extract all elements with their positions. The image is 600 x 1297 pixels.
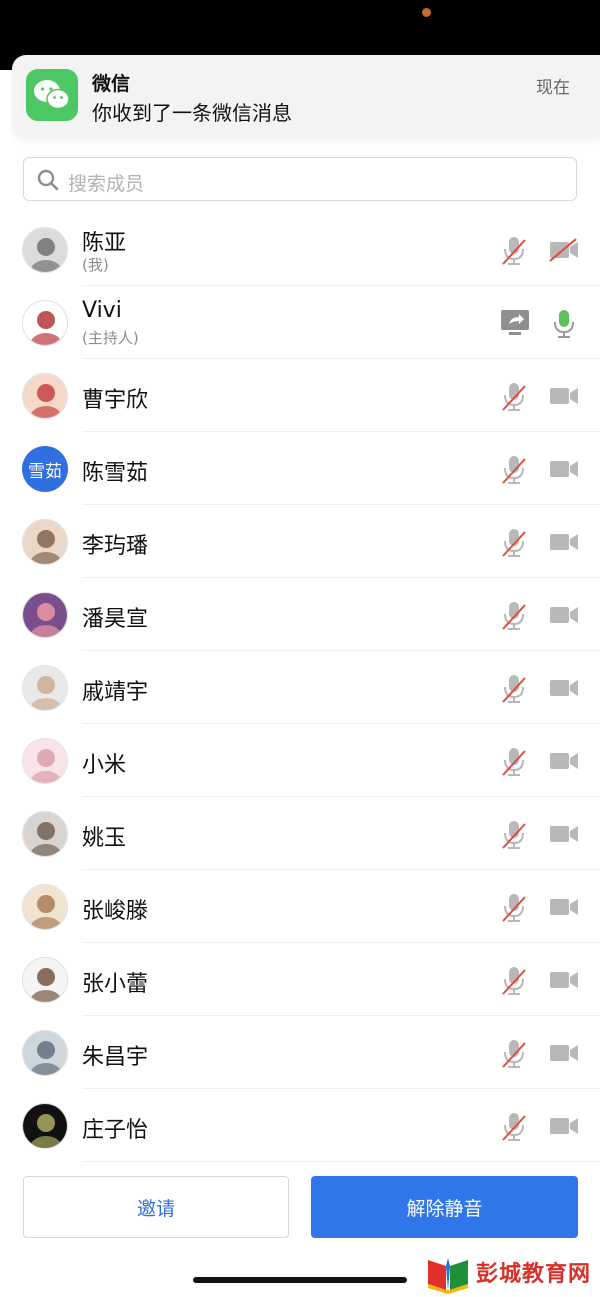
avatar: [22, 592, 68, 638]
avatar: 雪茹: [22, 446, 68, 492]
member-row[interactable]: Vivi (主持人): [0, 286, 600, 359]
member-row[interactable]: 朱昌宇: [0, 1016, 600, 1089]
member-row[interactable]: 庄子怡: [0, 1089, 600, 1162]
notification-time: 现在: [536, 78, 570, 98]
microphone-muted-icon[interactable]: [500, 600, 528, 632]
avatar: [22, 519, 68, 565]
member-row[interactable]: 张峻滕: [0, 870, 600, 943]
screen-share-icon[interactable]: [499, 308, 531, 338]
avatar: [22, 1030, 68, 1076]
member-row[interactable]: 潘昊宣: [0, 578, 600, 651]
home-indicator[interactable]: [193, 1277, 407, 1283]
member-name: 庄子怡: [82, 1118, 149, 1143]
camera-icon[interactable]: [548, 1113, 580, 1139]
member-name: 戚靖宇: [82, 680, 149, 705]
member-name: 李玙璠: [82, 534, 149, 559]
microphone-active-icon[interactable]: [550, 308, 582, 338]
member-name: 朱昌宇: [82, 1045, 149, 1070]
member-row[interactable]: 戚靖宇: [0, 651, 600, 724]
member-row[interactable]: 小米: [0, 724, 600, 797]
microphone-muted-icon[interactable]: [500, 235, 528, 267]
microphone-muted-icon[interactable]: [500, 892, 528, 924]
member-row[interactable]: 张小蕾: [0, 943, 600, 1016]
microphone-muted-icon[interactable]: [500, 454, 528, 486]
avatar: [22, 227, 68, 273]
camera-icon[interactable]: [548, 1040, 580, 1066]
camera-icon[interactable]: [548, 675, 580, 701]
member-name: 姚玉: [82, 826, 127, 851]
member-name: 陈亚: [82, 231, 127, 256]
member-name: 曹宇欣: [82, 388, 149, 413]
camera-off-icon[interactable]: [548, 237, 580, 263]
member-role: (主持人): [82, 329, 139, 347]
microphone-muted-icon[interactable]: [500, 1038, 528, 1070]
camera-icon[interactable]: [548, 456, 580, 482]
avatar: [22, 665, 68, 711]
camera-icon[interactable]: [548, 383, 580, 409]
search-placeholder: 搜索成员: [68, 173, 145, 195]
microphone-muted-icon[interactable]: [500, 1111, 528, 1143]
wechat-icon: [26, 69, 78, 121]
camera-icon[interactable]: [548, 529, 580, 555]
notification-app-name: 微信: [92, 73, 131, 95]
camera-icon[interactable]: [548, 748, 580, 774]
member-name: 张峻滕: [82, 899, 149, 924]
camera-icon[interactable]: [548, 821, 580, 847]
microphone-muted-icon[interactable]: [500, 673, 528, 705]
member-row[interactable]: 李玙璠: [0, 505, 600, 578]
microphone-muted-icon[interactable]: [500, 527, 528, 559]
microphone-muted-icon[interactable]: [500, 819, 528, 851]
member-row[interactable]: 陈亚 (我): [0, 213, 600, 286]
member-row[interactable]: 雪茹 陈雪茹: [0, 432, 600, 505]
member-role: (我): [82, 256, 109, 274]
avatar: [22, 957, 68, 1003]
member-name: 小米: [82, 753, 127, 778]
camera-icon[interactable]: [548, 894, 580, 920]
invite-button[interactable]: 邀请: [23, 1176, 289, 1238]
avatar: [22, 300, 68, 346]
microphone-muted-icon[interactable]: [500, 965, 528, 997]
avatar: [22, 1103, 68, 1149]
member-name: Vivi: [82, 298, 122, 323]
member-name: 张小蕾: [82, 972, 149, 997]
member-name: 潘昊宣: [82, 607, 149, 632]
watermark-logo: 彭城教育网: [424, 1250, 600, 1294]
avatar: [22, 738, 68, 784]
notification-message: 你收到了一条微信消息: [92, 101, 292, 125]
member-name: 陈雪茹: [82, 461, 149, 486]
search-icon: [37, 169, 59, 191]
member-row[interactable]: 曹宇欣: [0, 359, 600, 432]
camera-icon[interactable]: [548, 602, 580, 628]
search-members-input[interactable]: 搜索成员: [23, 157, 577, 201]
camera-dot: [422, 8, 431, 17]
avatar: [22, 884, 68, 930]
microphone-muted-icon[interactable]: [500, 746, 528, 778]
avatar: [22, 811, 68, 857]
member-row[interactable]: 姚玉: [0, 797, 600, 870]
wechat-notification-banner[interactable]: 微信 你收到了一条微信消息 现在: [12, 55, 600, 139]
unmute-button[interactable]: 解除静音: [311, 1176, 578, 1238]
camera-icon[interactable]: [548, 967, 580, 993]
avatar: [22, 373, 68, 419]
member-list: 陈亚 (我) Vivi (主持人) 曹宇欣雪茹 陈雪茹李玙璠潘昊宣戚靖宇小米姚玉张峻滕张小…: [0, 213, 600, 1162]
microphone-muted-icon[interactable]: [500, 381, 528, 413]
watermark-text: 彭城教育网: [476, 1262, 592, 1287]
book-logo-icon: [428, 1258, 468, 1294]
